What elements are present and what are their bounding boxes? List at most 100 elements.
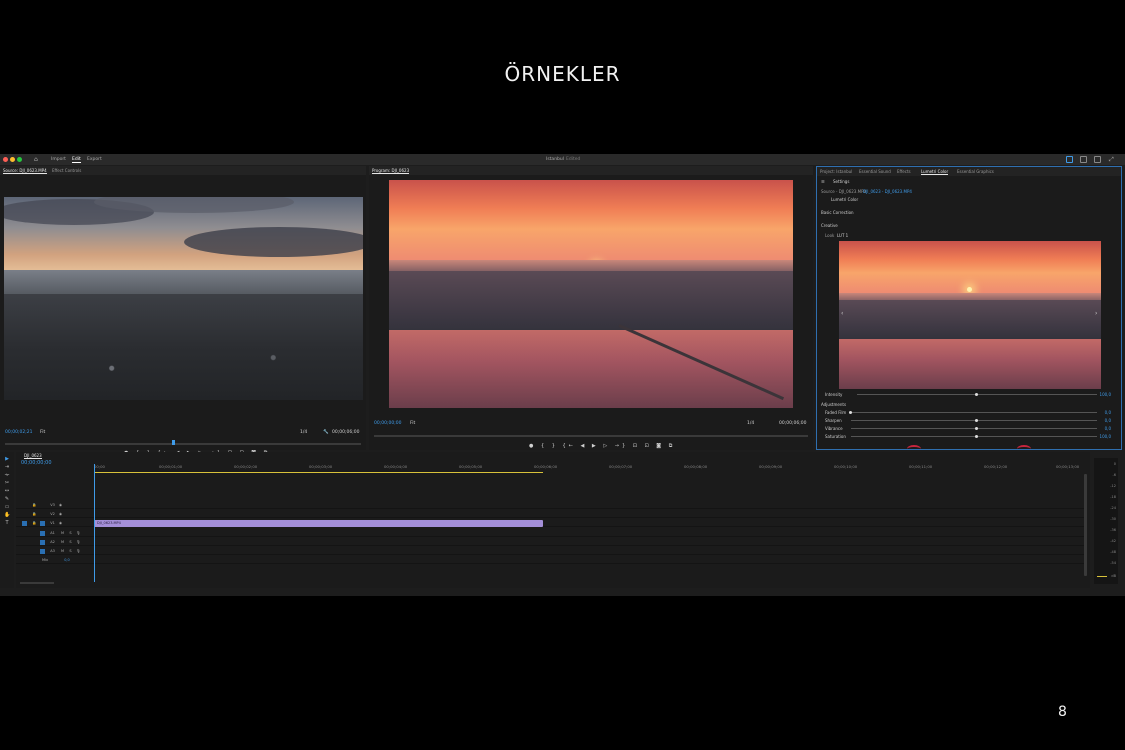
fullscreen-icon[interactable]: ⤢ — [1109, 156, 1114, 164]
sharpen-knob[interactable] — [975, 419, 978, 422]
faded-film-slider[interactable] — [851, 412, 1097, 413]
chevron-right-icon[interactable]: › — [1095, 310, 1097, 317]
solo-button[interactable]: S — [68, 549, 73, 554]
program-timecode-current[interactable]: 00;00;00;00 — [374, 421, 401, 426]
panels-icon[interactable] — [1094, 156, 1101, 163]
timeline-playhead[interactable] — [94, 464, 95, 582]
video-track-v3[interactable]: 🔒 V3 ◉ — [16, 502, 1084, 509]
work-area-bar[interactable] — [94, 472, 543, 473]
minimize-window-button[interactable] — [10, 157, 15, 162]
time-ruler[interactable]: 00;00 00;00;01;00 00;00;02;00 00;00;03;0… — [94, 464, 1090, 472]
lock-icon[interactable]: 🔒 — [32, 503, 37, 508]
eye-icon[interactable]: ◉ — [58, 503, 63, 508]
intensity-value[interactable]: 100,0 — [1100, 392, 1111, 397]
razor-icon[interactable]: ✂ — [4, 480, 10, 486]
lock-icon[interactable]: 🔒 — [32, 521, 37, 526]
source-patch-v1[interactable] — [22, 521, 27, 526]
basic-correction-section[interactable]: Basic Correction — [821, 210, 854, 215]
faded-film-knob[interactable] — [849, 411, 852, 414]
home-icon[interactable]: ⌂ — [34, 156, 38, 163]
audio-meter: 0 -6 -12 -18 -24 -30 -36 -42 -48 -54 dB — [1094, 458, 1118, 584]
maximize-window-button[interactable] — [17, 157, 22, 162]
adjustments-section[interactable]: Adjustments — [821, 402, 846, 407]
tab-source[interactable]: Source: DJI_0623.MP4 — [3, 168, 47, 174]
lock-icon[interactable]: 🔒 — [32, 512, 37, 517]
mute-button[interactable]: M — [60, 531, 65, 536]
workspace-tab-edit[interactable]: Edit — [72, 157, 81, 163]
wrench-icon[interactable]: 🔧 — [323, 430, 329, 435]
tab-project[interactable]: Project: Istanbul — [820, 169, 852, 174]
saturation-slider[interactable] — [851, 436, 1097, 437]
sync-lock-icon[interactable] — [40, 521, 45, 526]
adjustment-value[interactable]: 0,0 — [1105, 426, 1111, 431]
tab-essential-sound[interactable]: Essential Sound — [859, 169, 891, 174]
pen-icon[interactable]: ✎ — [4, 496, 10, 502]
mute-button[interactable]: M — [60, 549, 65, 554]
ripple-edit-icon[interactable]: ⟛ — [4, 472, 10, 478]
settings-tab[interactable]: Settings — [833, 179, 849, 184]
source-video-frame[interactable] — [4, 197, 363, 400]
timeline-vertical-scrollbar[interactable] — [1084, 474, 1087, 576]
share-icon[interactable] — [1080, 156, 1087, 163]
rectangle-icon[interactable]: ▭ — [4, 504, 10, 510]
mute-button[interactable]: M — [60, 540, 65, 545]
video-clip[interactable]: DJI_0623.MP4 — [94, 520, 543, 527]
vibrance-slider[interactable] — [851, 428, 1097, 429]
program-zoom-select[interactable]: 1/4 — [747, 421, 754, 426]
tab-sequence[interactable]: DJI_0623 — [24, 453, 42, 459]
mix-value[interactable]: 0,0 — [62, 558, 72, 563]
tab-program[interactable]: Program: DJI_0623 — [372, 168, 410, 174]
solo-button[interactable]: S — [68, 540, 73, 545]
sync-lock-icon[interactable] — [40, 540, 45, 545]
audio-track-a3[interactable]: A3 M S 🎙 — [16, 548, 1084, 555]
workspace-tab-import[interactable]: Import — [51, 157, 66, 162]
source-scrub-bar[interactable] — [5, 443, 361, 445]
vibrance-knob[interactable] — [975, 427, 978, 430]
adjustment-value[interactable]: 0,0 — [1105, 410, 1111, 415]
mic-icon[interactable]: 🎙 — [76, 549, 81, 554]
creative-section[interactable]: Creative — [821, 223, 838, 228]
sync-lock-icon[interactable] — [40, 549, 45, 554]
chevron-left-icon[interactable]: ‹ — [841, 310, 843, 317]
track-select-icon[interactable]: ⇥ — [4, 464, 10, 470]
source-timecode-current[interactable]: 00;00;02;21 — [5, 430, 32, 435]
mic-icon[interactable]: 🎙 — [76, 540, 81, 545]
tab-lumetri-color[interactable]: Lumetri Color — [921, 169, 949, 175]
selection-tool-icon[interactable]: ▶ — [4, 456, 10, 462]
intensity-knob[interactable] — [975, 393, 978, 396]
workspace-tab-export[interactable]: Export — [87, 157, 102, 162]
solo-button[interactable]: S — [68, 531, 73, 536]
tab-essential-graphics[interactable]: Essential Graphics — [957, 169, 994, 174]
hand-icon[interactable]: ✋ — [4, 512, 10, 518]
program-transport-controls[interactable]: ● { } {← ◀ ▶ ▷ →} ⊡ ⊡ ◙ ⧉ — [529, 443, 675, 449]
source-zoom-select[interactable]: 1/4 — [300, 430, 307, 435]
close-window-button[interactable] — [3, 157, 8, 162]
program-scrub-bar[interactable] — [374, 435, 808, 437]
source-playhead[interactable] — [172, 440, 175, 445]
eye-icon[interactable]: ◉ — [58, 512, 63, 517]
video-track-v2[interactable]: 🔒 V2 ◉ — [16, 511, 1084, 518]
timeline-zoom-scrollbar[interactable] — [20, 582, 54, 584]
slip-icon[interactable]: ↔ — [4, 488, 10, 494]
type-icon[interactable]: T — [4, 520, 10, 526]
source-clip-link[interactable]: DJI_0623 - DJI_0623.MP4 — [863, 189, 912, 194]
audio-track-a1[interactable]: A1 M S 🎙 — [16, 530, 1084, 537]
sync-lock-icon[interactable] — [40, 531, 45, 536]
mix-track[interactable]: Mix 0,0 — [16, 557, 1084, 564]
timeline-timecode[interactable]: 00;00;00;00 — [21, 460, 52, 466]
program-video-frame[interactable] — [389, 180, 793, 408]
adjustment-value[interactable]: 0,0 — [1105, 418, 1111, 423]
eye-icon[interactable]: ◉ — [58, 521, 63, 526]
workspace-icon[interactable] — [1066, 156, 1073, 163]
saturation-knob[interactable] — [975, 435, 978, 438]
audio-track-a2[interactable]: A2 M S 🎙 — [16, 539, 1084, 546]
menu-icon[interactable]: ☰ — [821, 179, 825, 184]
mic-icon[interactable]: 🎙 — [76, 531, 81, 536]
tab-effects[interactable]: Effects — [897, 169, 911, 174]
sharpen-slider[interactable] — [851, 420, 1097, 421]
source-fit-select[interactable]: Fit — [40, 430, 45, 435]
look-select[interactable]: LUT 1 — [837, 233, 848, 238]
program-fit-select[interactable]: Fit — [410, 421, 415, 426]
tab-effect-controls[interactable]: Effect Controls — [52, 168, 81, 173]
adjustment-value[interactable]: 100,0 — [1100, 434, 1111, 439]
